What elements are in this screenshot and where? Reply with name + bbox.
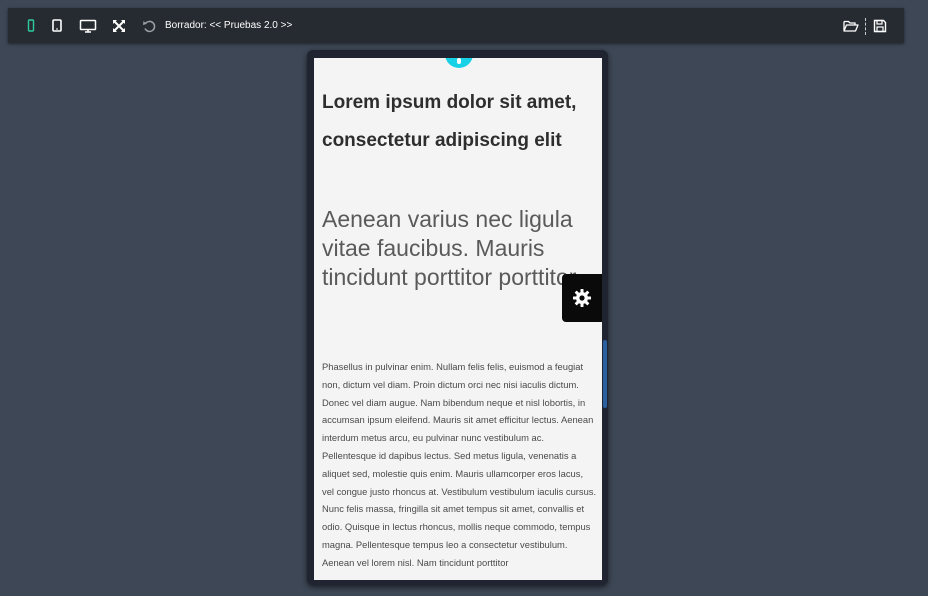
preview-screen[interactable]: Lorem ipsum dolor sit amet, consectetur … bbox=[314, 58, 602, 580]
fullscreen-icon bbox=[113, 20, 125, 32]
tablet-view-button[interactable] bbox=[48, 17, 66, 35]
undo-icon bbox=[143, 20, 156, 33]
fullscreen-button[interactable] bbox=[110, 17, 128, 35]
preview-scrollbar[interactable] bbox=[603, 340, 607, 408]
settings-button[interactable] bbox=[562, 274, 602, 322]
toolbar-divider bbox=[865, 18, 866, 35]
content-paragraph[interactable]: Phasellus in pulvinar enim. Nullam felis… bbox=[322, 358, 597, 572]
draft-title: Borrador: << Pruebas 2.0 >> bbox=[165, 20, 293, 31]
desktop-icon bbox=[79, 19, 97, 33]
undo-button[interactable] bbox=[140, 17, 158, 35]
content-subheading[interactable]: Aenean varius nec ligula vitae faucibus.… bbox=[322, 205, 594, 292]
content-heading[interactable]: Lorem ipsum dolor sit amet, consectetur … bbox=[322, 84, 592, 160]
editor-toolbar: Borrador: << Pruebas 2.0 >> bbox=[8, 8, 904, 43]
mobile-view-button[interactable] bbox=[22, 17, 40, 35]
gear-icon bbox=[573, 289, 591, 307]
tablet-icon bbox=[52, 19, 62, 32]
save-button[interactable] bbox=[871, 17, 889, 35]
mobile-icon bbox=[27, 19, 35, 32]
desktop-view-button[interactable] bbox=[78, 17, 98, 35]
save-icon bbox=[873, 19, 887, 33]
folder-open-icon bbox=[843, 20, 859, 32]
section-handle[interactable] bbox=[445, 58, 473, 68]
open-folder-button[interactable] bbox=[842, 17, 860, 35]
